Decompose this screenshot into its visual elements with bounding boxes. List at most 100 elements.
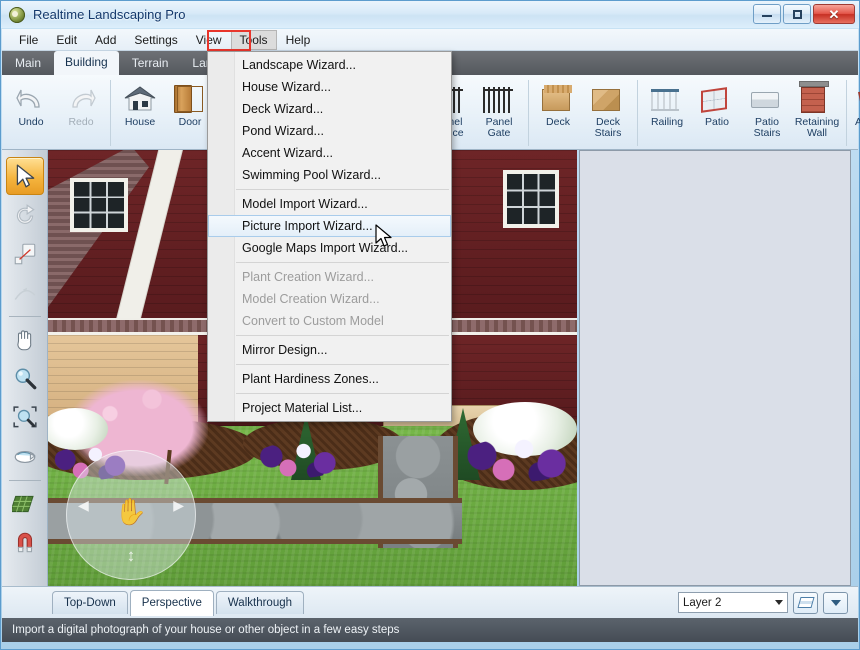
toolbar-label-accent-strip: Acce Stri (854, 116, 860, 128)
tab-terrain[interactable]: Terrain (121, 52, 180, 75)
menu-item-swimming-pool-wizard[interactable]: Swimming Pool Wizard... (208, 164, 451, 186)
menu-separator (236, 393, 449, 394)
pan-tool[interactable] (6, 321, 44, 359)
properties-panel[interactable] (579, 150, 851, 586)
menu-item-settings[interactable]: Settings (125, 30, 186, 50)
redo-arrow-icon (65, 83, 97, 115)
status-bar-text: Import a digital photograph of your hous… (12, 624, 400, 636)
tools-dropdown-menu[interactable]: Landscape Wizard... House Wizard... Deck… (207, 51, 452, 422)
toolbar-button-panel-gate[interactable]: Panel Gate (474, 80, 524, 146)
grid-tool[interactable] (6, 485, 44, 523)
toolbar-button-retaining-wall[interactable]: Retaining Wall (792, 80, 842, 146)
menu-item-help[interactable]: Help (277, 30, 320, 50)
patio-stairs-icon (751, 83, 783, 115)
orbit-tool[interactable] (6, 438, 44, 476)
scale-tool[interactable] (6, 235, 44, 273)
navigation-gizmo[interactable]: ✋ ◀ ▶ ↕ (66, 450, 196, 580)
menu-item-house-wizard[interactable]: House Wizard... (208, 76, 451, 98)
undo-arrow-icon (15, 83, 47, 115)
layer-dropdown[interactable]: Layer 2 (678, 592, 788, 613)
hand-icon (16, 330, 31, 351)
toolbar-button-house[interactable]: House (115, 80, 165, 146)
gizmo-hand-icon[interactable]: ✋ (115, 497, 147, 528)
panel-gate-icon (483, 83, 515, 115)
toolbar-button-patio[interactable]: Patio (692, 80, 742, 146)
rotate-icon (16, 204, 35, 224)
toolbar-button-patio-stairs[interactable]: Patio Stairs (742, 80, 792, 146)
toolbar-button-deck-stairs[interactable]: Deck Stairs (583, 80, 633, 146)
layers-icon (796, 597, 815, 608)
toolbar-label-patio: Patio (705, 116, 729, 128)
menu-item-google-maps-import-wizard[interactable]: Google Maps Import Wizard... (208, 237, 451, 259)
application-window: Realtime Landscaping Pro ✕ File Edit Add… (0, 0, 860, 650)
minimize-button[interactable] (753, 4, 781, 24)
menu-item-mirror-design[interactable]: Mirror Design... (208, 339, 451, 361)
menu-item-view[interactable]: View (187, 30, 231, 50)
menu-item-pond-wizard[interactable]: Pond Wizard... (208, 120, 451, 142)
chevron-down-icon (830, 599, 841, 606)
bend-tool[interactable] (6, 274, 44, 312)
menu-item-plant-creation-wizard: Plant Creation Wizard... (242, 270, 374, 284)
house-icon (124, 83, 156, 115)
menu-item-add[interactable]: Add (86, 30, 125, 50)
view-tab-top-down[interactable]: Top-Down (52, 591, 128, 614)
toolbar-group-hardscape: Railing Patio Patio Stairs Retaining Wal… (638, 80, 847, 146)
toolbar-label-retaining-wall: Retaining Wall (794, 116, 840, 139)
menu-item-model-import-wizard[interactable]: Model Import Wizard... (208, 193, 451, 215)
toolbar-label-railing: Railing (650, 116, 684, 128)
view-tab-perspective[interactable]: Perspective (129, 589, 214, 616)
maximize-button[interactable] (783, 4, 811, 24)
menu-item-picture-import-wizard[interactable]: Picture Import Wizard... (208, 215, 451, 237)
menu-item-accent-wizard[interactable]: Accent Wizard... (208, 142, 451, 164)
tab-building[interactable]: Building (54, 51, 119, 75)
toolbar-label-deck: Deck (546, 116, 570, 128)
layer-expand-button[interactable] (823, 591, 848, 614)
toolbar-button-undo[interactable]: Undo (6, 80, 56, 146)
menu-item-deck-wizard[interactable]: Deck Wizard... (208, 98, 451, 120)
view-mode-bar: Top-Down Perspective Walkthrough Layer 2 (2, 586, 858, 618)
menu-item-file[interactable]: File (10, 30, 47, 50)
arrow-cursor-icon (16, 164, 34, 188)
app-globe-icon (9, 6, 25, 23)
menu-item-edit[interactable]: Edit (47, 30, 86, 50)
deck-stairs-icon (592, 83, 624, 115)
flower-cluster (458, 438, 577, 482)
toolbar-label-panel-gate: Panel Gate (485, 116, 513, 139)
toolbar-button-accent-strip[interactable]: Acce Stri (851, 80, 860, 146)
railing-icon (651, 83, 683, 115)
rotate-tool[interactable] (6, 196, 44, 234)
gizmo-left-icon[interactable]: ◀ (78, 497, 89, 514)
menu-item-project-material-list[interactable]: Project Material List... (208, 397, 451, 419)
title-bar: Realtime Landscaping Pro ✕ (1, 1, 859, 28)
toolbar-button-redo[interactable]: Redo (56, 80, 106, 146)
menu-item-convert-to-custom-model: Convert to Custom Model (242, 314, 384, 328)
toolbar-label-deck-stairs: Deck Stairs (594, 116, 622, 139)
patio-icon (701, 83, 733, 115)
rail-separator (8, 316, 41, 317)
layers-button[interactable] (793, 591, 818, 614)
menu-item-landscape-wizard[interactable]: Landscape Wizard... (208, 54, 451, 76)
toolbar-group-history: Undo Redo (2, 80, 111, 146)
tab-main[interactable]: Main (4, 52, 52, 75)
deck-icon (542, 83, 574, 115)
menu-item-tools[interactable]: Tools (230, 29, 277, 50)
menu-separator (236, 262, 449, 263)
zoom-region-tool[interactable] (6, 399, 44, 437)
menu-separator (236, 364, 449, 365)
view-tab-walkthrough[interactable]: Walkthrough (215, 591, 305, 614)
gizmo-vertical-icon[interactable]: ↕ (127, 546, 136, 566)
grid-icon (11, 495, 34, 513)
snap-tool[interactable] (6, 524, 44, 562)
status-bar: Import a digital photograph of your hous… (2, 618, 858, 642)
gizmo-right-icon[interactable]: ▶ (173, 497, 184, 514)
magnifier-icon (15, 368, 36, 390)
menu-item-plant-hardiness-zones[interactable]: Plant Hardiness Zones... (208, 368, 451, 390)
toolbar-group-accent: Acce Stri (847, 80, 860, 146)
zoom-tool[interactable] (6, 360, 44, 398)
toolbar-button-railing[interactable]: Railing (642, 80, 692, 146)
select-tool[interactable] (5, 157, 44, 195)
toolbar-button-deck[interactable]: Deck (533, 80, 583, 146)
close-button[interactable]: ✕ (813, 4, 855, 24)
menu-item-model-creation-wizard: Model Creation Wizard... (242, 292, 380, 306)
menu-bar: File Edit Add Settings View Tools Help (2, 29, 858, 51)
